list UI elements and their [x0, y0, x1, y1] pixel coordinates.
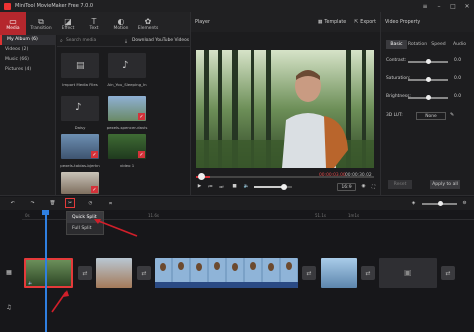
app-window: MiniTool MovieMaker Free 7.0.0 ≡ – □ ✕ ▭… [0, 0, 474, 332]
arrow-to-menu [95, 219, 138, 237]
arrow-head [63, 290, 69, 297]
arrow-to-clip [51, 291, 67, 313]
annotation-arrows [51, 219, 138, 313]
